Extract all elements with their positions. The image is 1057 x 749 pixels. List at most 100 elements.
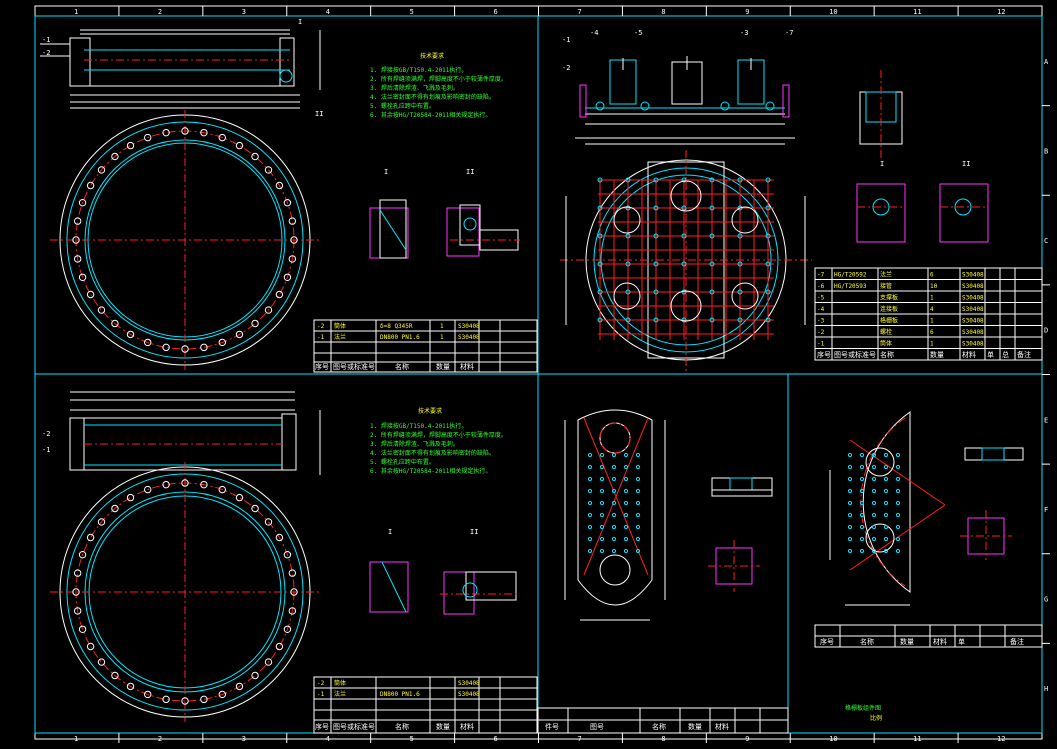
column-marker: 2 xyxy=(158,8,162,16)
bom-cell: -1 xyxy=(817,341,825,348)
tech-note: 6. 其余按HG/T20584-2011相关规定执行。 xyxy=(370,467,491,475)
column-marker: 9 xyxy=(745,8,749,16)
bom-cell: 筒体 xyxy=(334,679,346,687)
column-marker: 11 xyxy=(913,8,921,16)
row-marker: G xyxy=(1044,596,1048,604)
bom-cell: S30408 xyxy=(962,295,984,302)
bom-cell: S30408 xyxy=(962,329,984,336)
bom-header: 图号或标准号 xyxy=(333,362,375,371)
bom-cell: -2 xyxy=(317,680,325,687)
svg-text:-2: -2 xyxy=(42,49,50,57)
tech-note: 1. 焊接按GB/T150.4-2011执行。 xyxy=(370,422,467,430)
bom-header: 材料 xyxy=(460,722,474,731)
cad-drawing-sheet: 1 2 3 4 5 6 7 8 9 10 11 12 1 2 3 4 5 6 7 8 9 10 11 12 ABCDEFGH… xyxy=(0,0,1057,749)
bom-cell: 筒体 xyxy=(880,340,892,348)
detail-label: II xyxy=(466,168,474,176)
column-marker: 5 xyxy=(410,8,414,16)
tech-note: 2. 所有焊缝须满焊，焊脚高度不小于较薄件厚度。 xyxy=(370,431,507,439)
detail-label: II xyxy=(470,528,478,536)
column-marker: 7 xyxy=(577,8,581,16)
bom-cell: HG/T20593 xyxy=(834,283,867,290)
tech-note: 1. 焊接按GB/T150.4-2011执行。 xyxy=(370,66,467,74)
bom-cell: 6 xyxy=(930,329,934,336)
column-marker: 4 xyxy=(326,735,330,743)
bom-cell: 筒体 xyxy=(334,322,346,330)
bom-header: 材料 xyxy=(460,362,474,371)
bom-cell: 4 xyxy=(930,306,934,313)
tech-note: 5. 螺栓孔应跨中布置。 xyxy=(370,458,435,466)
leader-label: -1 xyxy=(562,36,570,44)
bom-cell: -2 xyxy=(317,323,325,330)
bom-header: 序号 xyxy=(315,362,329,371)
bom-header: 单 xyxy=(987,350,994,359)
column-marker: 12 xyxy=(997,8,1005,16)
column-marker: 3 xyxy=(242,8,246,16)
detail-label: I xyxy=(880,160,884,168)
column-marker: 3 xyxy=(242,735,246,743)
bom-cell: 6 xyxy=(930,272,934,279)
bom-header: 名称 xyxy=(880,350,894,359)
bom-cell: 10 xyxy=(930,283,938,290)
column-marker: 1 xyxy=(74,735,78,743)
bom-cell: S30408 xyxy=(962,341,984,348)
detail-label: I xyxy=(388,528,392,536)
bom-header: 数量 xyxy=(930,350,944,359)
bom-cell: -1 xyxy=(317,691,325,698)
row-marker: H xyxy=(1044,685,1048,693)
bom-cell: δ=8 Q345R xyxy=(380,323,413,330)
row-marker: E xyxy=(1044,416,1048,424)
column-marker: 6 xyxy=(494,8,498,16)
drawing-subtitle: 比例 xyxy=(870,714,882,722)
column-marker: 9 xyxy=(745,735,749,743)
tech-note: 3. 焊后清除焊渣、飞溅及毛刺。 xyxy=(370,440,459,448)
bom-cell: 法兰 xyxy=(334,333,346,341)
bom-header: 总 xyxy=(1002,350,1009,359)
bom-cell: -6 xyxy=(817,283,825,290)
leader-label: -5 xyxy=(634,29,642,37)
detail-label: II xyxy=(962,160,970,168)
bom-header: 单 xyxy=(958,637,965,646)
leader-label: -7 xyxy=(785,29,793,37)
column-marker: 12 xyxy=(997,735,1005,743)
bom-header: 序号 xyxy=(315,722,329,731)
bom-header: 序号 xyxy=(820,637,834,646)
bom-cell: 1 xyxy=(930,295,934,302)
bom-cell: 法兰 xyxy=(334,690,346,698)
tech-note: 2. 所有焊缝须满焊，焊脚高度不小于较薄件厚度。 xyxy=(370,75,507,83)
bom-cell: S30408 xyxy=(458,323,480,330)
bom-header: 图号 xyxy=(590,723,604,731)
column-marker: 8 xyxy=(661,735,665,743)
bom-cell: S30408 xyxy=(962,318,984,325)
row-marker: D xyxy=(1044,327,1048,335)
tech-note: 6. 其余按HG/T20584-2011相关规定执行。 xyxy=(370,111,491,119)
svg-text:I: I xyxy=(298,18,302,26)
bom-cell: -7 xyxy=(817,272,825,279)
tech-note: 4. 法兰密封面不得有划痕及影响密封的缺陷。 xyxy=(370,449,495,457)
bom-header: 材料 xyxy=(933,637,947,646)
svg-text:II: II xyxy=(315,110,323,118)
svg-text:-1: -1 xyxy=(42,36,50,44)
bom-cell: S30408 xyxy=(962,283,984,290)
bom-cell: 格栅板 xyxy=(880,317,898,325)
bom-header: 数量 xyxy=(436,722,450,731)
bom-header: 图号或标准号 xyxy=(333,722,375,731)
detail-label: I xyxy=(384,168,388,176)
row-marker: B xyxy=(1044,147,1048,155)
bom-cell: S30408 xyxy=(458,334,480,341)
column-marker: 8 xyxy=(661,8,665,16)
bom-cell: 连接板 xyxy=(880,305,898,313)
bom-header: 名称 xyxy=(395,722,409,731)
bom-cell: -2 xyxy=(817,329,825,336)
svg-text:-2: -2 xyxy=(42,430,50,438)
bom-header: 数量 xyxy=(900,637,914,646)
drawing-title: 格栅板组件图 xyxy=(845,704,881,712)
tech-note: 4. 法兰密封面不得有划痕及影响密封的缺陷。 xyxy=(370,93,495,101)
column-marker: 5 xyxy=(410,735,414,743)
bom-cell: 1 xyxy=(440,323,444,330)
bom-header: 名称 xyxy=(395,362,409,371)
column-marker: 4 xyxy=(326,8,330,16)
leader-label: -4 xyxy=(590,29,598,37)
bom-cell: DN800 PN1.6 xyxy=(380,691,420,698)
bom-header: 备注 xyxy=(1010,637,1024,646)
bom-cell: 法兰 xyxy=(880,271,892,279)
